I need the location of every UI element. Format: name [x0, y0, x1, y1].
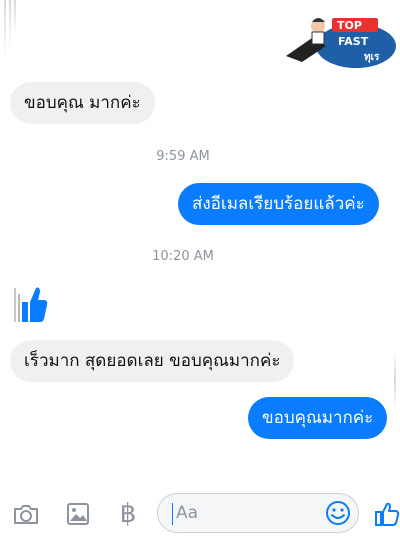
timestamp: 9:59 AM — [156, 149, 210, 164]
message-input[interactable]: Aa — [157, 493, 359, 533]
like-button[interactable] — [374, 500, 400, 528]
timestamp: 10:20 AM — [152, 249, 214, 264]
message-text: ขอบคุณ มากค่ะ — [24, 93, 141, 113]
outgoing-message[interactable]: ขอบคุณมากค่ะ — [248, 397, 388, 439]
message-input-placeholder: Aa — [176, 503, 199, 523]
text-caret — [172, 503, 173, 525]
outgoing-message[interactable]: ส่งอีเมลเรียบร้อยแล้วค่ะ — [178, 183, 379, 225]
image-icon — [67, 503, 89, 525]
payment-button[interactable]: ฿ — [114, 500, 142, 528]
camera-button[interactable] — [12, 500, 40, 528]
watermark-thai: ทุเร — [364, 52, 380, 63]
watermark-logo: TOP FAST ทุเร — [286, 18, 396, 68]
watermark-fast: FAST — [338, 35, 369, 48]
incoming-message[interactable]: ขอบคุณ มากค่ะ — [10, 82, 155, 124]
edge-artifact — [4, 0, 6, 60]
edge-artifact — [394, 350, 396, 410]
composer-bar: ฿ Aa — [0, 488, 400, 541]
chat-thread: TOP FAST ทุเร ขอบคุณ มากค่ะ 9:59 AM ส่งอ… — [0, 0, 400, 488]
like-icon — [375, 502, 400, 526]
edge-artifact — [9, 0, 11, 48]
camera-icon — [14, 505, 38, 524]
message-text: เร็วมาก สุดยอดเลย ขอบคุณมากค่ะ — [24, 351, 281, 371]
watermark-top: TOP — [337, 19, 362, 32]
baht-icon: ฿ — [119, 499, 137, 529]
edge-artifact — [14, 0, 16, 34]
like-sticker[interactable] — [14, 284, 48, 324]
incoming-message[interactable]: เร็วมาก สุดยอดเลย ขอบคุณมากค่ะ — [10, 340, 295, 382]
gallery-button[interactable] — [64, 500, 92, 528]
message-text: ขอบคุณมากค่ะ — [262, 408, 374, 428]
message-text: ส่งอีเมลเรียบร้อยแล้วค่ะ — [192, 194, 365, 214]
emoji-icon[interactable] — [325, 500, 351, 526]
